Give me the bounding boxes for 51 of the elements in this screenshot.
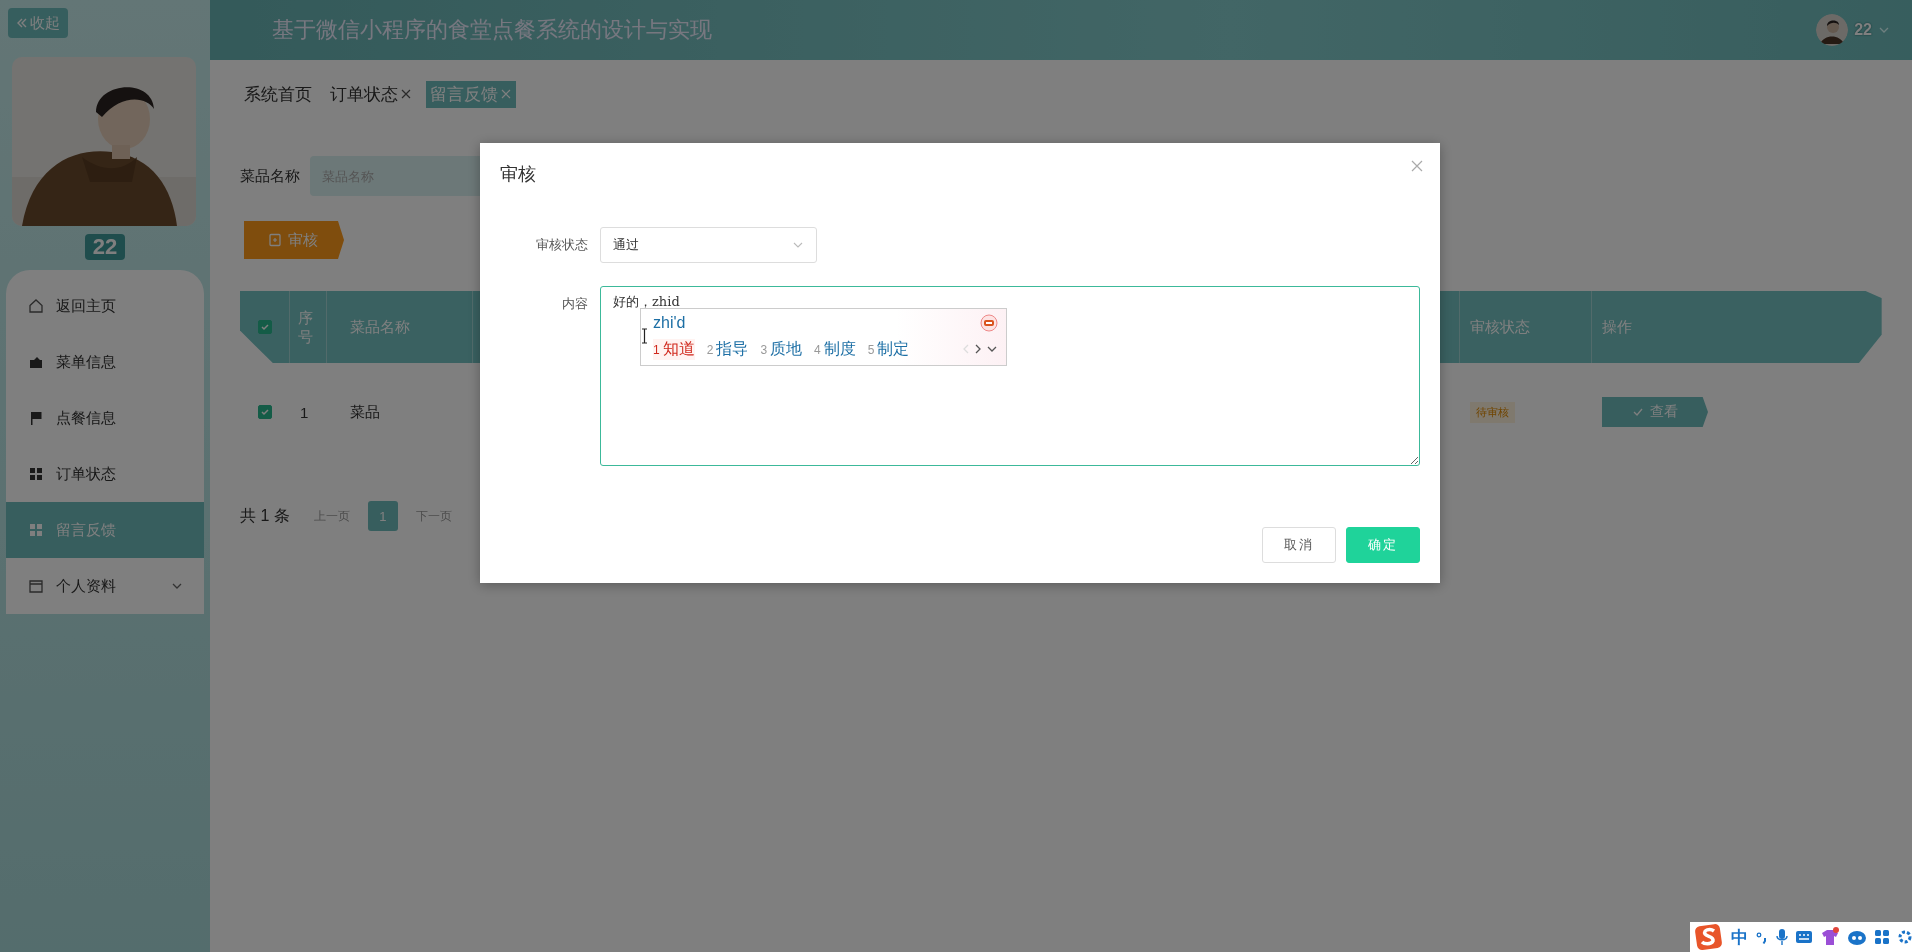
menu-item[interactable]: 订单状态 [6, 446, 204, 502]
grid-icon [28, 466, 44, 482]
ime-candidate[interactable]: 4 制度 [814, 338, 856, 360]
keyboard-icon[interactable] [1795, 930, 1813, 944]
text-cursor-icon [641, 328, 648, 344]
input-mode-button[interactable]: 中 [1731, 925, 1748, 949]
dialog-title: 审核 [500, 163, 536, 186]
grid-icon[interactable] [1874, 929, 1890, 945]
robot-icon[interactable] [1847, 928, 1867, 946]
field-label: 审核状态 [535, 236, 589, 254]
table-cell-text: 菜品 [349, 401, 381, 422]
username: 22 [1854, 21, 1872, 39]
ime-candidate[interactable]: 1 知道 [653, 338, 695, 360]
flag-icon [28, 410, 44, 426]
check-icon [1632, 406, 1644, 418]
status-tag: 待审核 [1470, 401, 1515, 423]
search-label: 菜品名称 [240, 166, 300, 186]
microphone-icon[interactable] [1776, 928, 1788, 946]
column-header: 菜品名称 [340, 291, 473, 363]
ime-candidate[interactable]: 3 质地 [760, 338, 803, 360]
column-header: 操作 [1592, 291, 1882, 363]
menu-item[interactable]: 返回主页 [6, 278, 204, 334]
home-icon [28, 298, 44, 314]
ime-candidate[interactable]: 5 制定 [867, 338, 910, 360]
check-icon [259, 322, 270, 332]
tab[interactable]: 系统首页 [240, 80, 316, 108]
next-page-icon[interactable] [974, 343, 982, 355]
menu-item[interactable]: 个人资料 [6, 558, 204, 614]
status-select[interactable]: 通过 [600, 227, 817, 263]
column-header: 序号 [290, 291, 327, 363]
cancel-button[interactable]: 取消 [1262, 527, 1336, 563]
checkbox[interactable] [258, 405, 272, 419]
menu-item[interactable]: 菜单信息 [6, 334, 204, 390]
menu-item[interactable]: 点餐信息 [6, 390, 204, 446]
table-cell-text: 1 [299, 402, 310, 423]
username: 22 [84, 234, 126, 260]
ime-composition: zhi'd [653, 314, 686, 332]
document-icon [268, 233, 282, 247]
total-count: 共 1 条 [240, 505, 290, 526]
shirt-icon[interactable] [1820, 927, 1840, 947]
checkbox[interactable] [257, 320, 272, 334]
close-icon[interactable] [400, 88, 412, 100]
field-label: 内容 [561, 295, 589, 313]
check-icon [260, 407, 270, 417]
tab[interactable]: 订单状态 [326, 80, 416, 108]
card-icon [28, 578, 44, 594]
ime-candidate[interactable]: 2 指导 [706, 338, 749, 360]
double-chevron-left-icon [16, 17, 28, 29]
logo-icon[interactable] [1694, 923, 1724, 951]
column-header: 审核状态 [1460, 291, 1592, 363]
grid-icon [28, 522, 44, 538]
